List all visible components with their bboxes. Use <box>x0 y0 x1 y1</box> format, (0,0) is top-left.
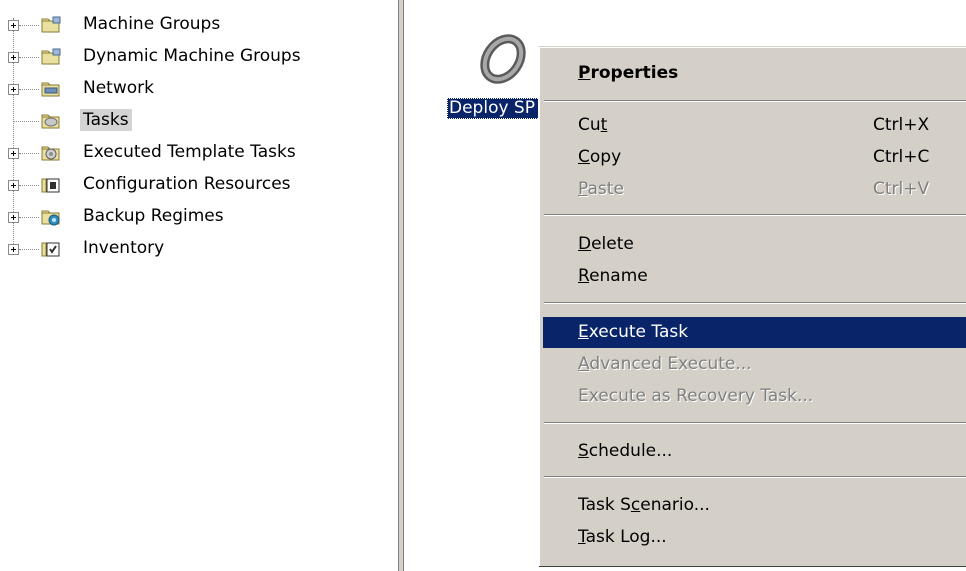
menu-separator <box>544 476 966 478</box>
menu-item-delete[interactable]: Delete <box>543 229 966 260</box>
tree-item-label: Network <box>83 78 154 98</box>
menu-item-paste[interactable]: Paste Ctrl+V <box>543 174 966 205</box>
menu-separator <box>544 302 966 304</box>
menu-item-label: roperties <box>590 63 679 83</box>
executed-tasks-folder-icon <box>41 146 60 161</box>
tree-item-backup-regimes[interactable]: Backup Regimes <box>0 202 398 232</box>
menu-item-properties[interactable]: Properties <box>543 58 966 89</box>
tree-item-label: Inventory <box>83 238 165 258</box>
menu-item-access-key: P <box>578 63 591 83</box>
menu-item-advanced-execute[interactable]: Advanced Execute... <box>543 349 966 380</box>
menu-item-label: opy <box>589 147 622 167</box>
menu-item-label: Cu <box>578 115 601 135</box>
menu-item-label: ask Log... <box>585 527 667 547</box>
menu-item-label: xecute Task <box>588 322 689 342</box>
tree-item-executed-template-tasks[interactable]: Executed Template Tasks <box>0 138 398 168</box>
expand-icon[interactable] <box>8 52 19 63</box>
network-folder-icon <box>41 82 60 97</box>
tree-connector-line <box>19 57 39 58</box>
menu-item-task-scenario[interactable]: Task Scenario... <box>543 490 966 521</box>
menu-item-schedule[interactable]: Schedule... <box>543 436 966 467</box>
menu-item-label: chedule... <box>588 441 673 461</box>
tree-connector-line <box>19 25 39 26</box>
expand-icon[interactable] <box>8 180 19 191</box>
pane-splitter[interactable] <box>398 0 404 571</box>
tree-connector-line <box>19 89 39 90</box>
tree-item-label: Machine Groups <box>83 14 221 34</box>
menu-item-shortcut: Ctrl+V <box>873 179 930 199</box>
tree-item-inventory[interactable]: Inventory <box>0 234 398 264</box>
menu-item-access-key: A <box>578 354 590 374</box>
menu-item-shortcut: Ctrl+C <box>873 147 930 167</box>
menu-item-label: enario... <box>640 495 710 515</box>
menu-item-access-key: t <box>600 115 608 135</box>
expand-icon[interactable] <box>8 212 19 223</box>
expand-icon[interactable] <box>8 20 19 31</box>
menu-item-access-key: P <box>578 179 588 199</box>
menu-item-execute-task[interactable]: Execute Task <box>543 317 966 348</box>
menu-item-access-key: c <box>630 495 641 515</box>
folder-icon <box>41 48 61 65</box>
menu-item-access-key: C <box>578 147 590 167</box>
menu-item-shortcut: Ctrl+X <box>873 115 930 135</box>
menu-item-label: ename <box>589 266 648 286</box>
navigation-tree: Machine Groups Dynamic Machine Groups Ne… <box>0 0 398 571</box>
tree-connector-line <box>19 249 39 250</box>
menu-item-access-key: S <box>578 441 589 461</box>
tree-connector-line <box>19 185 39 186</box>
menu-item-access-key: E <box>578 322 589 342</box>
menu-item-label: aste <box>587 179 624 199</box>
menu-item-copy[interactable]: Copy Ctrl+C <box>543 142 966 173</box>
tree-item-label: Dynamic Machine Groups <box>83 46 301 66</box>
task-item-label: Deploy SP <box>447 98 544 119</box>
inventory-icon <box>41 242 60 257</box>
menu-item-access-key: D <box>578 234 592 254</box>
menu-separator <box>544 100 966 102</box>
tasks-folder-icon <box>41 114 60 129</box>
menu-separator <box>544 422 966 424</box>
configuration-resources-icon <box>41 178 60 193</box>
menu-item-execute-as-recovery-task[interactable]: Execute as Recovery Task... <box>543 381 966 412</box>
tree-item-label: Backup Regimes <box>83 206 224 226</box>
tree-item-label: Executed Template Tasks <box>83 142 296 162</box>
menu-item-label: Execute as Recovery Task... <box>578 386 814 406</box>
menu-item-label: dvanced Execute... <box>589 354 752 374</box>
menu-item-task-log[interactable]: Task Log... <box>543 522 966 553</box>
backup-folder-icon <box>41 210 60 226</box>
menu-item-label: elete <box>591 234 634 254</box>
expand-icon[interactable] <box>8 244 19 255</box>
tree-item-dynamic-machine-groups[interactable]: Dynamic Machine Groups <box>0 42 398 72</box>
menu-item-cut[interactable]: Cut Ctrl+X <box>543 110 966 141</box>
tree-item-tasks[interactable]: Tasks <box>0 106 398 136</box>
expand-icon[interactable] <box>8 84 19 95</box>
tree-connector-line <box>19 153 39 154</box>
menu-item-access-key: R <box>578 266 590 286</box>
menu-item-rename[interactable]: Rename <box>543 261 966 292</box>
tree-item-machine-groups[interactable]: Machine Groups <box>0 10 398 40</box>
tree-item-label: Configuration Resources <box>83 174 291 194</box>
tree-connector-line <box>19 217 39 218</box>
menu-item-access-key: T <box>578 527 586 547</box>
tree-item-network[interactable]: Network <box>0 74 398 104</box>
menu-separator <box>544 214 966 216</box>
context-menu: Properties Cut Ctrl+X Copy Ctrl+C Paste … <box>538 46 966 566</box>
tree-item-label: Tasks <box>80 109 132 131</box>
task-icon <box>480 34 526 84</box>
expand-icon[interactable] <box>8 148 19 159</box>
menu-item-label: Task S <box>578 495 631 515</box>
tree-item-configuration-resources[interactable]: Configuration Resources <box>0 170 398 200</box>
tree-connector-line <box>14 121 39 122</box>
folder-icon <box>41 16 61 33</box>
